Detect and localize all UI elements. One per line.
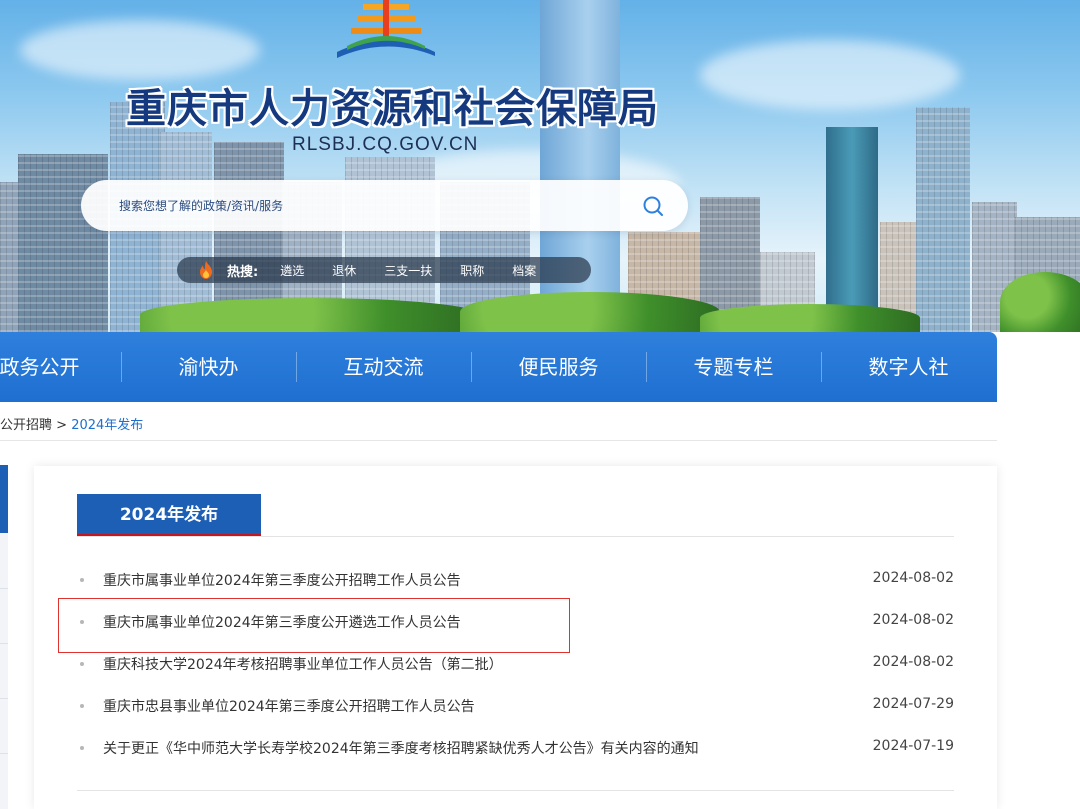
site-title: 重庆市人力资源和社会保障局 (126, 86, 659, 132)
sidebar-divider (0, 588, 8, 589)
fire-icon (200, 261, 212, 279)
tab-underline (77, 536, 954, 537)
hot-search-item[interactable]: 遴选 (280, 262, 304, 279)
trees (140, 298, 480, 332)
site-domain: RLSBJ.CQ.GOV.CN (292, 134, 479, 155)
search-box (81, 180, 688, 231)
list-item-title-link[interactable]: 重庆科技大学2024年考核招聘事业单位工作人员公告（第二批） (103, 654, 503, 674)
hot-search-item[interactable]: 档案 (512, 262, 536, 279)
hot-search-item[interactable]: 退休 (332, 262, 356, 279)
list-item-date: 2024-07-19 (872, 738, 954, 754)
building (916, 107, 970, 332)
trees (1000, 272, 1080, 332)
nav-bar: 政务公开 渝快办 互动交流 便民服务 专题专栏 数字人社 (0, 332, 997, 402)
trees (700, 304, 920, 332)
breadcrumb: 公开招聘 > 2024年发布 (0, 414, 143, 433)
search-icon[interactable] (641, 194, 665, 218)
search-input[interactable] (119, 196, 599, 216)
list-item-title-link[interactable]: 重庆市忠县事业单位2024年第三季度公开招聘工作人员公告 (103, 696, 475, 716)
cloud (700, 40, 960, 110)
building (826, 127, 878, 332)
bullet-icon (80, 704, 84, 708)
hot-search-label: 热搜: (227, 264, 259, 280)
list-item: 关于更正《华中师范大学长寿学校2024年第三季度考核招聘紧缺优秀人才公告》有关内… (77, 728, 954, 770)
nav-item-government-affairs[interactable]: 政务公开 (0, 332, 127, 402)
list-item-title-link[interactable]: 关于更正《华中师范大学长寿学校2024年第三季度考核招聘紧缺优秀人才公告》有关内… (103, 738, 699, 758)
list-item-date: 2024-08-02 (872, 612, 954, 628)
logo-emblem (337, 0, 435, 58)
nav-item-special-topics[interactable]: 专题专栏 (646, 332, 821, 402)
breadcrumb-current[interactable]: 2024年发布 (71, 418, 143, 433)
nav-item-digital-hrss[interactable]: 数字人社 (821, 332, 996, 402)
nav-item-interaction[interactable]: 互动交流 (296, 332, 471, 402)
highlight-box (58, 598, 570, 653)
nav-item-yukuaiban[interactable]: 渝快办 (121, 332, 296, 402)
list-item: 重庆市忠县事业单位2024年第三季度公开招聘工作人员公告 2024-07-29 (77, 686, 954, 728)
nav-item-public-service[interactable]: 便民服务 (471, 332, 646, 402)
hot-search-item[interactable]: 三支一扶 (384, 262, 432, 279)
bullet-icon (80, 662, 84, 666)
cloud (20, 20, 260, 80)
sidebar-item-active[interactable] (0, 465, 8, 533)
list-item: 重庆市属事业单位2024年第三季度公开招聘工作人员公告 2024-08-02 (77, 560, 954, 602)
list-item-date: 2024-07-29 (872, 696, 954, 712)
breadcrumb-separator: > (52, 418, 72, 433)
bullet-icon (80, 746, 84, 750)
breadcrumb-link-parent[interactable]: 公开招聘 (0, 418, 52, 433)
trees (460, 292, 720, 332)
header-banner: 重庆市人力资源和社会保障局 RLSBJ.CQ.GOV.CN 热搜: 遴选 退休 … (0, 0, 1080, 332)
sidebar-divider (0, 753, 8, 754)
bullet-icon (80, 578, 84, 582)
list-item-date: 2024-08-02 (872, 654, 954, 670)
sidebar-divider (0, 698, 8, 699)
tab-2024-releases[interactable]: 2024年发布 (77, 494, 261, 536)
hot-search-bar: 热搜: 遴选 退休 三支一扶 职称 档案 (177, 257, 591, 283)
list-item-title-link[interactable]: 重庆市属事业单位2024年第三季度公开招聘工作人员公告 (103, 570, 461, 590)
hot-search-item[interactable]: 职称 (460, 262, 484, 279)
sidebar-divider (0, 643, 8, 644)
divider (77, 790, 954, 791)
main-nav: 政务公开 渝快办 互动交流 便民服务 专题专栏 数字人社 (0, 332, 1080, 402)
building (18, 154, 108, 332)
divider (0, 440, 997, 441)
list-item-date: 2024-08-02 (872, 570, 954, 586)
